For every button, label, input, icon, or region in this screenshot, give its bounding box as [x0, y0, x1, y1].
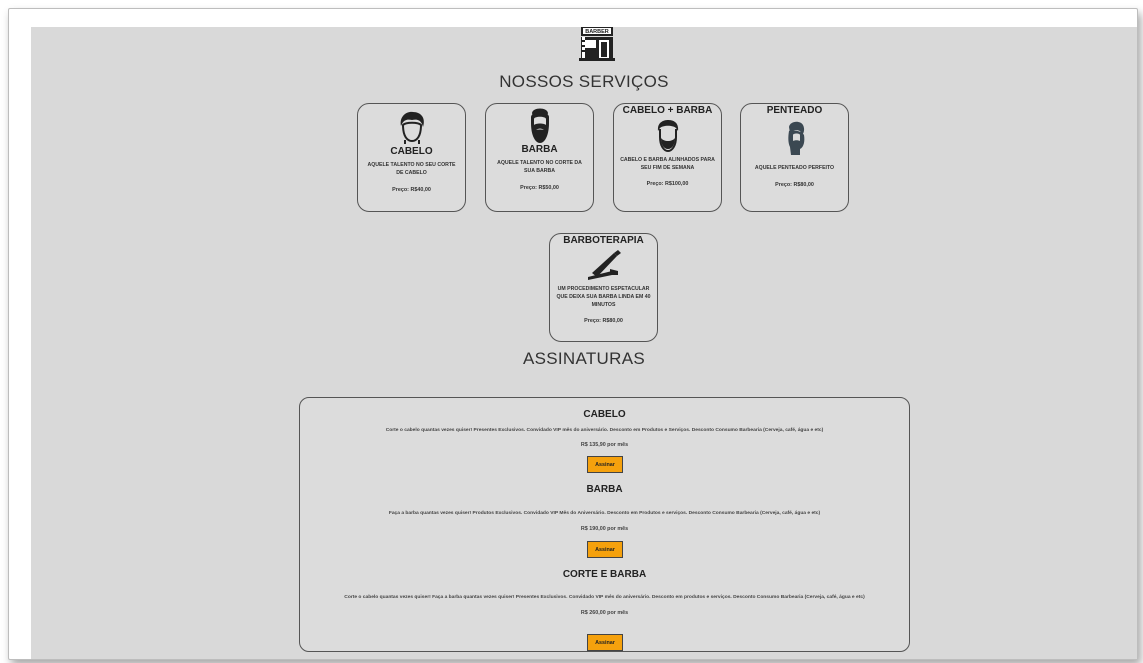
browser-frame: BARBER NOSSOS SERVIÇOS CABELO AQUELE TAL…	[8, 8, 1138, 660]
service-description: AQUELE PENTEADO PERFEITO	[754, 165, 835, 171]
service-price: Preço: R$80,00	[584, 318, 623, 325]
service-description: AQUELE TALENTO NO CORTE DA SUA BARBA	[497, 160, 582, 175]
service-card-barba: BARBA AQUELE TALENTO NO CORTE DA SUA BAR…	[485, 103, 594, 212]
service-card-penteado: PENTEADO AQUELE PENTEADO PERFEITO Preço:…	[740, 103, 849, 212]
hair-beard-icon	[657, 120, 678, 153]
service-price: Preço: R$50,00	[520, 185, 559, 192]
hair-icon	[400, 111, 424, 144]
service-title: CABELO	[390, 146, 433, 157]
service-title: BARBOTERAPIA	[563, 235, 644, 246]
hairstyle-icon	[787, 121, 804, 155]
service-title: CABELO + BARBA	[622, 105, 713, 116]
plan-title: CORTE E BARBA	[562, 569, 647, 580]
logo-text: BARBER	[585, 29, 609, 35]
plan-description: Corte o cabelo quantas vezes quiser! Pre…	[385, 428, 824, 433]
plan-price: R$ 260,00 por mês	[580, 610, 629, 616]
subscribe-button-barba[interactable]: Assinar	[587, 541, 623, 558]
subscribe-button-cabelo[interactable]: Assinar	[587, 456, 623, 473]
beard-icon	[530, 108, 549, 143]
service-card-cabelo-barba: CABELO + BARBA CABELO E BARBA ALINHADOS …	[613, 103, 722, 212]
service-description: CABELO E BARBA ALINHADOS PARA SEU FIM DE…	[620, 157, 715, 172]
plan-title: BARBA	[586, 484, 623, 495]
service-title: BARBA	[521, 144, 558, 155]
razor-icon	[587, 250, 621, 280]
subscriptions-box: CABELO Corte o cabelo quantas vezes quis…	[299, 397, 910, 652]
subscriptions-title: ASSINATURAS	[522, 349, 645, 368]
barber-shop-icon: BARBER	[579, 27, 615, 61]
service-description: UM PROCEDIMENTO ESPETACULAR QUE DEIXA SU…	[556, 286, 651, 309]
service-description: AQUELE TALENTO NO SEU CORTE DE CABELO	[367, 162, 456, 177]
service-card-barboterapia: BARBOTERAPIA UM PROCEDIMENTO ESPETACULAR…	[549, 233, 658, 342]
plan-price: R$ 135,90 por mês	[580, 442, 629, 448]
plan-price: R$ 190,00 por mês	[580, 526, 629, 532]
service-card-cabelo: CABELO AQUELE TALENTO NO SEU CORTE DE CA…	[357, 103, 466, 212]
services-title: NOSSOS SERVIÇOS	[499, 72, 669, 91]
plan-description: Corte o cabelo quantas vezes quiser! Faç…	[344, 595, 865, 600]
page: BARBER NOSSOS SERVIÇOS CABELO AQUELE TAL…	[31, 27, 1137, 659]
service-price: Preço: R$100,00	[646, 181, 689, 188]
plan-title: CABELO	[583, 409, 626, 420]
service-title: PENTEADO	[766, 105, 823, 116]
service-price: Preço: R$80,00	[775, 182, 814, 189]
plan-description: Faça a barba quantas vezes quiser! Produ…	[388, 511, 821, 516]
subscribe-button-corte-e-barba[interactable]: Assinar	[587, 634, 623, 651]
service-price: Preço: R$40,00	[392, 187, 431, 194]
